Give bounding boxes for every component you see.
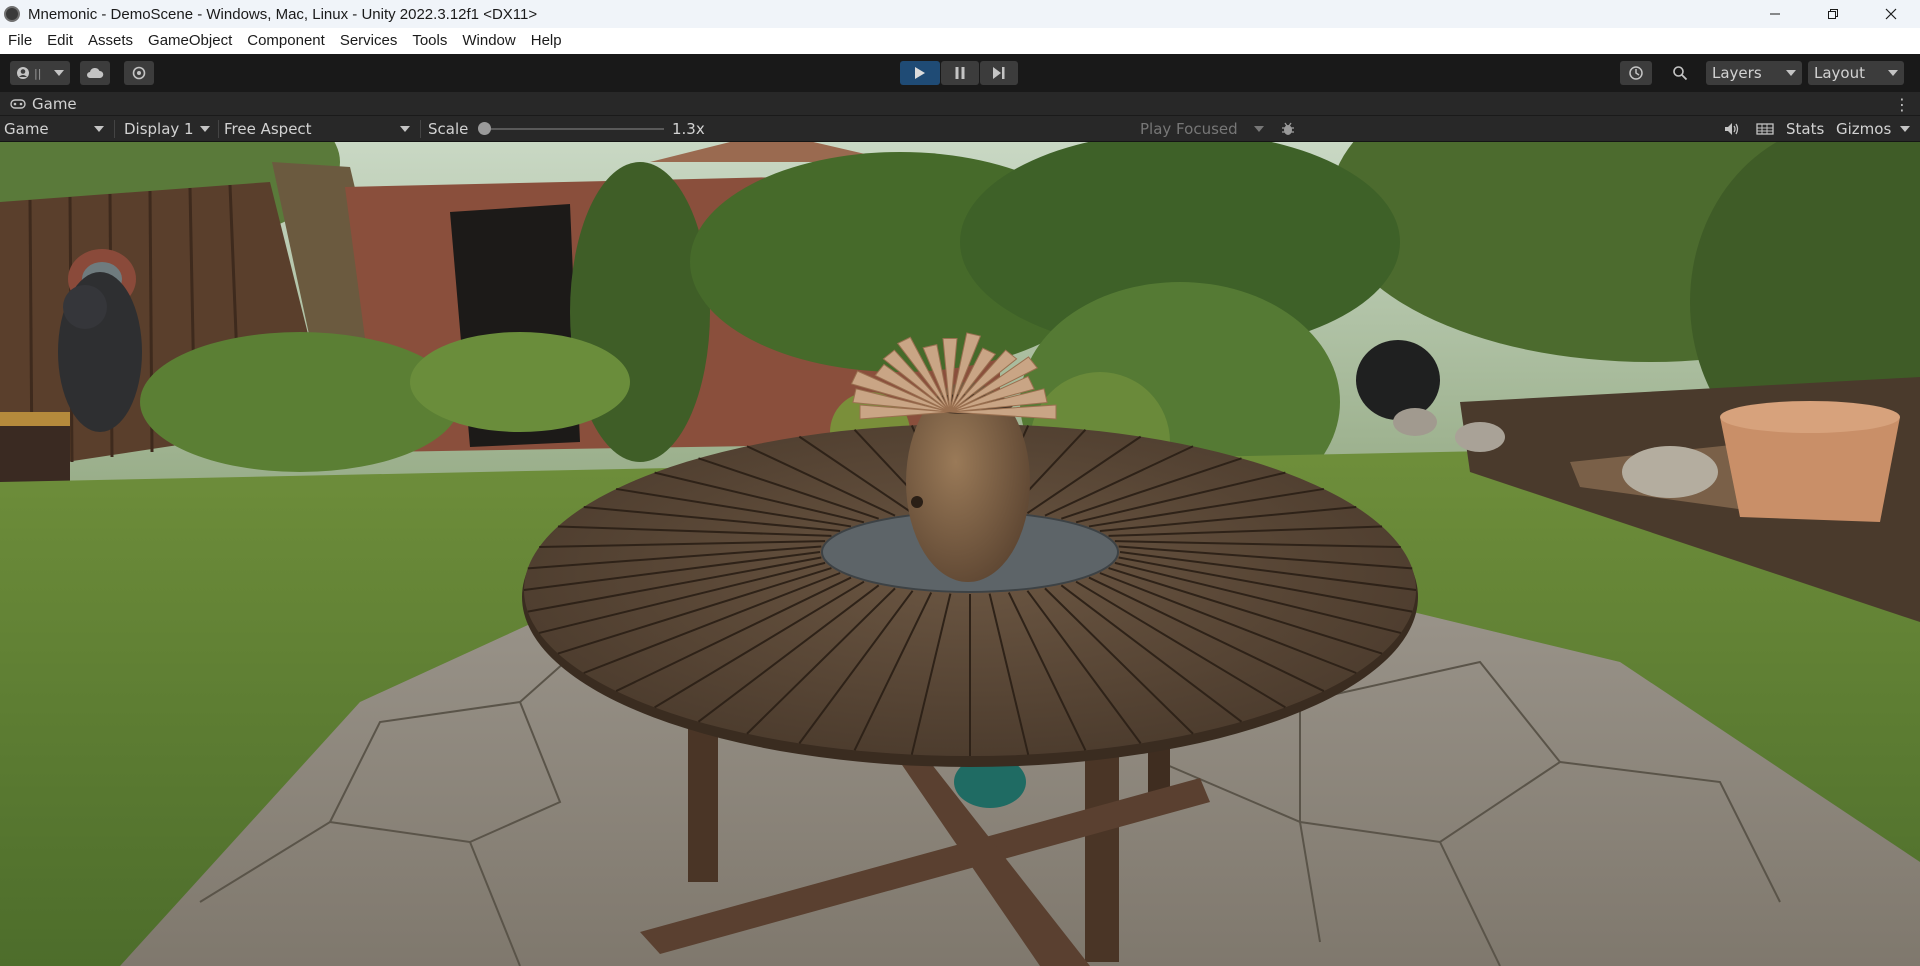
tab-game-label: Game bbox=[32, 94, 77, 113]
scale-slider-handle[interactable] bbox=[478, 122, 491, 135]
keyboard-icon bbox=[1756, 123, 1774, 135]
account-icon bbox=[17, 67, 29, 79]
menu-gameobject[interactable]: GameObject bbox=[140, 28, 239, 54]
minimize-icon bbox=[1770, 13, 1780, 15]
gizmos-dropdown[interactable]: Gizmos bbox=[1836, 118, 1916, 140]
game-viewport[interactable] bbox=[0, 142, 1920, 966]
close-icon bbox=[1885, 8, 1897, 20]
title-bar: Mnemonic - DemoScene - Windows, Mac, Lin… bbox=[0, 0, 1920, 28]
aspect-label: Free Aspect bbox=[224, 120, 312, 138]
stats-button[interactable]: Stats bbox=[1786, 118, 1824, 140]
scale-value: 1.3x bbox=[672, 120, 705, 138]
history-button[interactable] bbox=[1620, 61, 1652, 85]
window-title: Mnemonic - DemoScene - Windows, Mac, Lin… bbox=[28, 5, 538, 23]
play-button[interactable] bbox=[900, 61, 940, 85]
pause-icon bbox=[955, 67, 965, 79]
scale-label: Scale bbox=[428, 120, 469, 138]
cloud-button[interactable] bbox=[80, 61, 110, 85]
chevron-down-icon bbox=[200, 126, 210, 132]
play-icon bbox=[915, 67, 925, 79]
close-button[interactable] bbox=[1862, 0, 1920, 28]
menu-component[interactable]: Component bbox=[239, 28, 332, 54]
account-divider-icon: || bbox=[34, 66, 42, 80]
play-focus-label: Play Focused bbox=[1140, 120, 1238, 138]
menu-tools[interactable]: Tools bbox=[404, 28, 454, 54]
gamepad-icon bbox=[10, 98, 26, 109]
game-view-controls: Game Display 1 Free Aspect Scale 1.3x Pl… bbox=[0, 116, 1920, 142]
restore-icon bbox=[1828, 9, 1838, 19]
project-settings-button[interactable] bbox=[124, 61, 154, 85]
search-icon bbox=[1673, 66, 1688, 81]
menu-services[interactable]: Services bbox=[332, 28, 405, 54]
garden-scene-render bbox=[0, 142, 1920, 966]
restore-button[interactable] bbox=[1804, 0, 1862, 28]
view-mode-label: Game bbox=[4, 120, 49, 138]
bug-icon bbox=[1282, 122, 1294, 135]
menu-file[interactable]: File bbox=[0, 28, 39, 54]
mute-audio-button[interactable] bbox=[1724, 118, 1740, 140]
gear-icon bbox=[132, 66, 146, 80]
chevron-down-icon bbox=[1888, 70, 1898, 76]
cloud-icon bbox=[87, 67, 104, 78]
menu-edit[interactable]: Edit bbox=[39, 28, 80, 54]
chevron-down-icon bbox=[1786, 70, 1796, 76]
view-mode-dropdown[interactable]: Game bbox=[4, 118, 110, 140]
game-window-tabbar: Game ⋮ bbox=[0, 92, 1920, 116]
display-label: Display 1 bbox=[124, 120, 194, 138]
layout-label: Layout bbox=[1814, 64, 1865, 82]
display-dropdown[interactable]: Display 1 bbox=[124, 118, 216, 140]
keyboard-shortcuts-button[interactable] bbox=[1756, 118, 1774, 140]
step-button[interactable] bbox=[980, 61, 1018, 85]
chevron-down-icon bbox=[1254, 126, 1264, 132]
more-options-icon[interactable]: ⋮ bbox=[1894, 95, 1910, 114]
debug-button[interactable] bbox=[1280, 118, 1296, 140]
menu-window[interactable]: Window bbox=[454, 28, 522, 54]
history-icon bbox=[1629, 66, 1643, 80]
layout-dropdown[interactable]: Layout bbox=[1808, 61, 1904, 85]
play-focus-dropdown[interactable]: Play Focused bbox=[1140, 118, 1270, 140]
menu-assets[interactable]: Assets bbox=[80, 28, 140, 54]
chevron-down-icon bbox=[400, 126, 410, 132]
account-dropdown[interactable]: || bbox=[10, 61, 70, 85]
gizmos-label: Gizmos bbox=[1836, 120, 1892, 138]
scale-slider-track[interactable] bbox=[482, 128, 664, 130]
chevron-down-icon bbox=[94, 126, 104, 132]
minimize-button[interactable] bbox=[1746, 0, 1804, 28]
unity-logo-icon bbox=[4, 6, 20, 22]
pause-button[interactable] bbox=[941, 61, 979, 85]
layers-dropdown[interactable]: Layers bbox=[1706, 61, 1802, 85]
search-button[interactable] bbox=[1664, 61, 1696, 85]
menu-bar: File Edit Assets GameObject Component Se… bbox=[0, 28, 1920, 54]
aspect-dropdown[interactable]: Free Aspect bbox=[224, 118, 416, 140]
chevron-down-icon bbox=[1900, 126, 1910, 132]
menu-help[interactable]: Help bbox=[523, 28, 569, 54]
main-toolbar: || Layers Layout bbox=[0, 54, 1920, 92]
speaker-icon bbox=[1725, 123, 1739, 135]
tab-game[interactable]: Game bbox=[0, 92, 87, 116]
step-icon bbox=[993, 67, 1005, 79]
layers-label: Layers bbox=[1712, 64, 1762, 82]
